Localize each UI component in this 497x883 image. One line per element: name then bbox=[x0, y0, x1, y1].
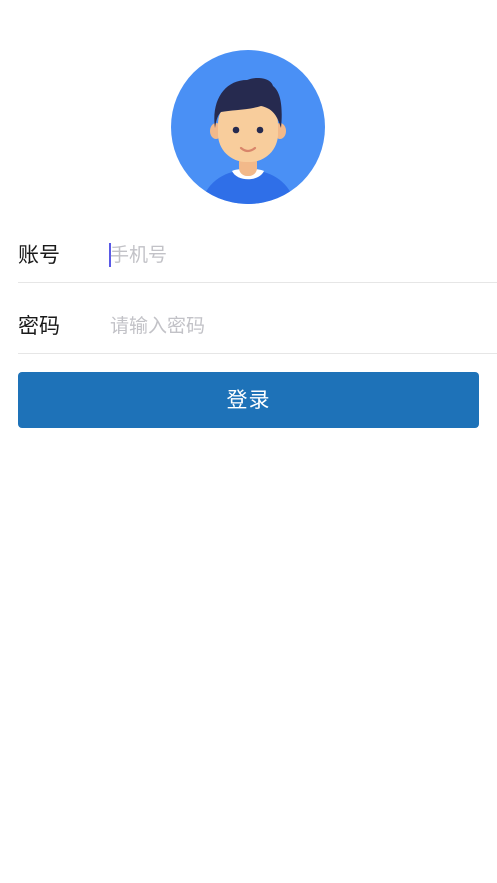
login-button[interactable]: 登录 bbox=[18, 372, 479, 428]
account-input[interactable] bbox=[110, 240, 480, 270]
password-input[interactable] bbox=[110, 311, 480, 341]
account-row: 账号 bbox=[18, 212, 497, 283]
password-row: 密码 bbox=[18, 283, 497, 354]
account-label: 账号 bbox=[18, 243, 60, 267]
password-label: 密码 bbox=[18, 314, 60, 338]
user-avatar-icon bbox=[171, 50, 325, 204]
avatar bbox=[171, 50, 325, 204]
